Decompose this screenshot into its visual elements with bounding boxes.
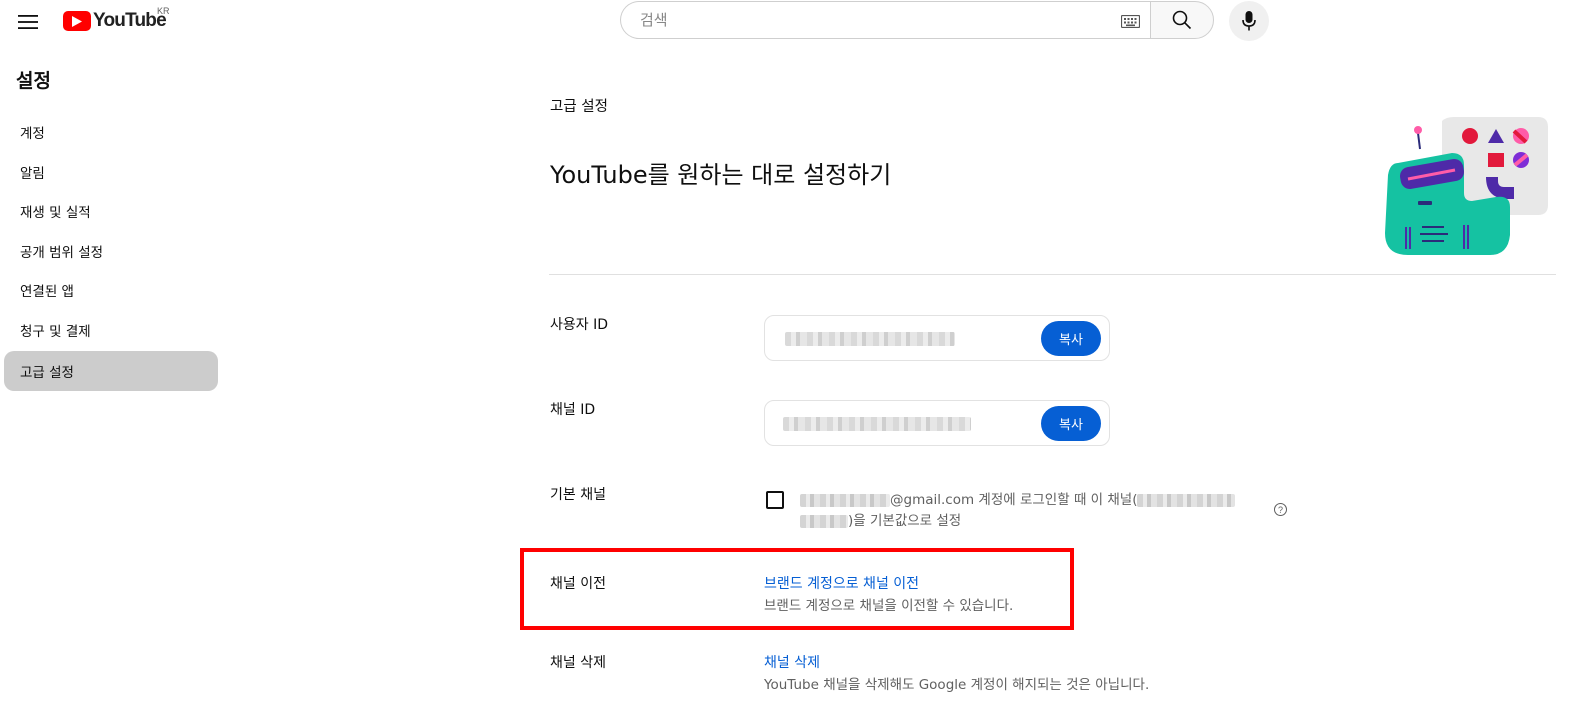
default-channel-label: 기본 채널 bbox=[550, 487, 606, 503]
sidebar-item-label: 재생 및 실적 bbox=[20, 205, 91, 221]
channel-id-label: 채널 ID bbox=[550, 402, 596, 418]
user-id-value-redacted bbox=[785, 332, 955, 346]
sidebar-item-label: 청구 및 결제 bbox=[20, 324, 91, 340]
user-id-label: 사용자 ID bbox=[550, 317, 608, 333]
email-domain: @gmail.com bbox=[890, 492, 975, 508]
youtube-logo[interactable]: YouTube bbox=[63, 10, 167, 32]
country-code: KR bbox=[157, 6, 170, 16]
channel-delete-description: YouTube 채널을 삭제해도 Google 계정이 해지되는 것은 아닙니다… bbox=[764, 677, 1150, 693]
robot-illustration bbox=[1385, 117, 1548, 255]
sidebar-item-advanced[interactable]: 고급 설정 bbox=[4, 351, 218, 391]
voice-search-button[interactable] bbox=[1229, 1, 1269, 41]
search-input[interactable] bbox=[638, 10, 1102, 30]
menu-button[interactable] bbox=[10, 4, 46, 40]
channel-move-description: 브랜드 계정으로 채널을 이전할 수 있습니다. bbox=[764, 598, 1014, 614]
sidebar-item-label: 알림 bbox=[20, 166, 45, 182]
channel-id-field: 복사 bbox=[764, 400, 1110, 446]
sidebar-item-account[interactable]: 계정 bbox=[4, 112, 218, 152]
channel-name-redacted bbox=[1137, 493, 1236, 507]
sidebar-item-label: 연결된 앱 bbox=[20, 284, 74, 300]
search-icon bbox=[1172, 10, 1192, 30]
search-button[interactable] bbox=[1150, 1, 1214, 39]
channel-delete-label: 채널 삭제 bbox=[550, 655, 606, 671]
sidebar-item-label: 고급 설정 bbox=[20, 365, 74, 381]
logo-wordmark: YouTube bbox=[93, 10, 167, 31]
settings-title: 설정 bbox=[16, 70, 51, 92]
section-label: 고급 설정 bbox=[550, 99, 608, 115]
default-channel-description: @gmail.com 계정에 로그인할 때 이 채널( )을 기본값으로 설정 bbox=[800, 490, 1250, 532]
default-channel-text-end: )을 기본값으로 설정 bbox=[848, 513, 962, 529]
user-id-field: 복사 bbox=[764, 315, 1110, 361]
keyboard-icon[interactable] bbox=[1120, 13, 1141, 32]
hamburger-menu-icon bbox=[18, 15, 38, 29]
sidebar-item-connected-apps[interactable]: 연결된 앱 bbox=[4, 270, 218, 310]
default-channel-checkbox[interactable] bbox=[766, 491, 784, 509]
channel-name-redacted bbox=[800, 514, 848, 528]
channel-id-value-redacted bbox=[783, 417, 971, 431]
search-box bbox=[620, 1, 1150, 39]
email-redacted bbox=[800, 493, 890, 507]
sidebar-item-label: 계정 bbox=[20, 126, 45, 142]
sidebar-item-billing[interactable]: 청구 및 결제 bbox=[4, 310, 218, 350]
delete-channel-link[interactable]: 채널 삭제 bbox=[764, 652, 820, 672]
move-channel-to-brand-account-link[interactable]: 브랜드 계정으로 채널 이전 bbox=[764, 573, 919, 593]
youtube-play-icon bbox=[63, 11, 91, 31]
sidebar-item-privacy[interactable]: 공개 범위 설정 bbox=[4, 231, 218, 271]
channel-move-label: 채널 이전 bbox=[550, 576, 606, 592]
copy-user-id-button[interactable]: 복사 bbox=[1041, 321, 1101, 356]
sidebar-item-notifications[interactable]: 알림 bbox=[4, 152, 218, 192]
microphone-icon bbox=[1242, 11, 1256, 31]
help-icon[interactable]: ? bbox=[1274, 503, 1287, 516]
divider bbox=[549, 274, 1556, 275]
sidebar-item-label: 공개 범위 설정 bbox=[20, 245, 104, 261]
default-channel-text: 계정에 로그인할 때 이 채널( bbox=[974, 492, 1138, 508]
copy-channel-id-button[interactable]: 복사 bbox=[1041, 406, 1101, 441]
page-title: YouTube를 원하는 대로 설정하기 bbox=[550, 161, 892, 189]
sidebar-item-playback[interactable]: 재생 및 실적 bbox=[4, 191, 218, 231]
